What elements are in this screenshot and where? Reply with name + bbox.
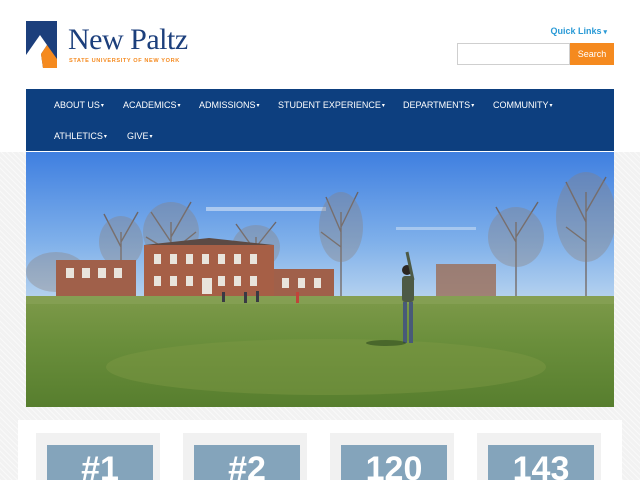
caret-down-icon: ▾ [471, 103, 475, 109]
stat-box: 143 [488, 445, 594, 480]
nav-item-student-experience[interactable]: STUDENT EXPERIENCE▾ [278, 99, 385, 112]
logo-mark-icon [26, 21, 57, 68]
caret-down-icon: ▾ [100, 103, 104, 109]
nav-item-give[interactable]: GIVE▾ [127, 130, 153, 143]
search-input[interactable] [457, 43, 570, 65]
stat-card[interactable]: #2 [183, 433, 307, 480]
nav-item-athletics[interactable]: ATHLETICS▾ [54, 130, 107, 143]
caret-down-icon: ▾ [103, 134, 107, 140]
nav-item-departments[interactable]: DEPARTMENTS▾ [403, 99, 474, 112]
nav-item-admissions[interactable]: ADMISSIONS▾ [199, 99, 260, 112]
logo-name: New Paltz [68, 23, 188, 56]
campus-lawn-photo [26, 152, 614, 407]
nav-item-community[interactable]: COMMUNITY▾ [493, 99, 553, 112]
stat-number: #1 [81, 450, 119, 480]
stat-box: #1 [47, 445, 153, 480]
stat-number: #2 [228, 450, 266, 480]
caret-down-icon: ▾ [149, 134, 153, 140]
stat-card[interactable]: #1 [36, 433, 160, 480]
caret-down-icon: ▾ [603, 29, 607, 36]
nav-item-about-us[interactable]: ABOUT US▾ [54, 99, 104, 112]
hero-image [26, 152, 614, 407]
caret-down-icon: ▾ [256, 103, 260, 109]
stat-card[interactable]: 120 [330, 433, 454, 480]
logo-subtitle: STATE UNIVERSITY OF NEW YORK [69, 58, 180, 64]
stat-number: 143 [512, 450, 570, 480]
search-button[interactable]: Search [570, 43, 614, 65]
quick-links-dropdown[interactable]: Quick Links ▾ [550, 26, 607, 36]
caret-down-icon: ▾ [381, 103, 385, 109]
stat-card[interactable]: 143 [477, 433, 601, 480]
site-header: New Paltz STATE UNIVERSITY OF NEW YORK Q… [0, 0, 640, 152]
stat-number: 120 [365, 450, 423, 480]
stat-box: #2 [194, 445, 300, 480]
caret-down-icon: ▾ [177, 103, 181, 109]
quick-links-label: Quick Links [550, 26, 602, 36]
main-nav: ABOUT US▾ ACADEMICS▾ ADMISSIONS▾ STUDENT… [26, 89, 614, 151]
caret-down-icon: ▾ [549, 103, 553, 109]
stat-box: 120 [341, 445, 447, 480]
new-paltz-logo[interactable]: New Paltz STATE UNIVERSITY OF NEW YORK [26, 21, 201, 71]
nav-item-academics[interactable]: ACADEMICS▾ [123, 99, 181, 112]
